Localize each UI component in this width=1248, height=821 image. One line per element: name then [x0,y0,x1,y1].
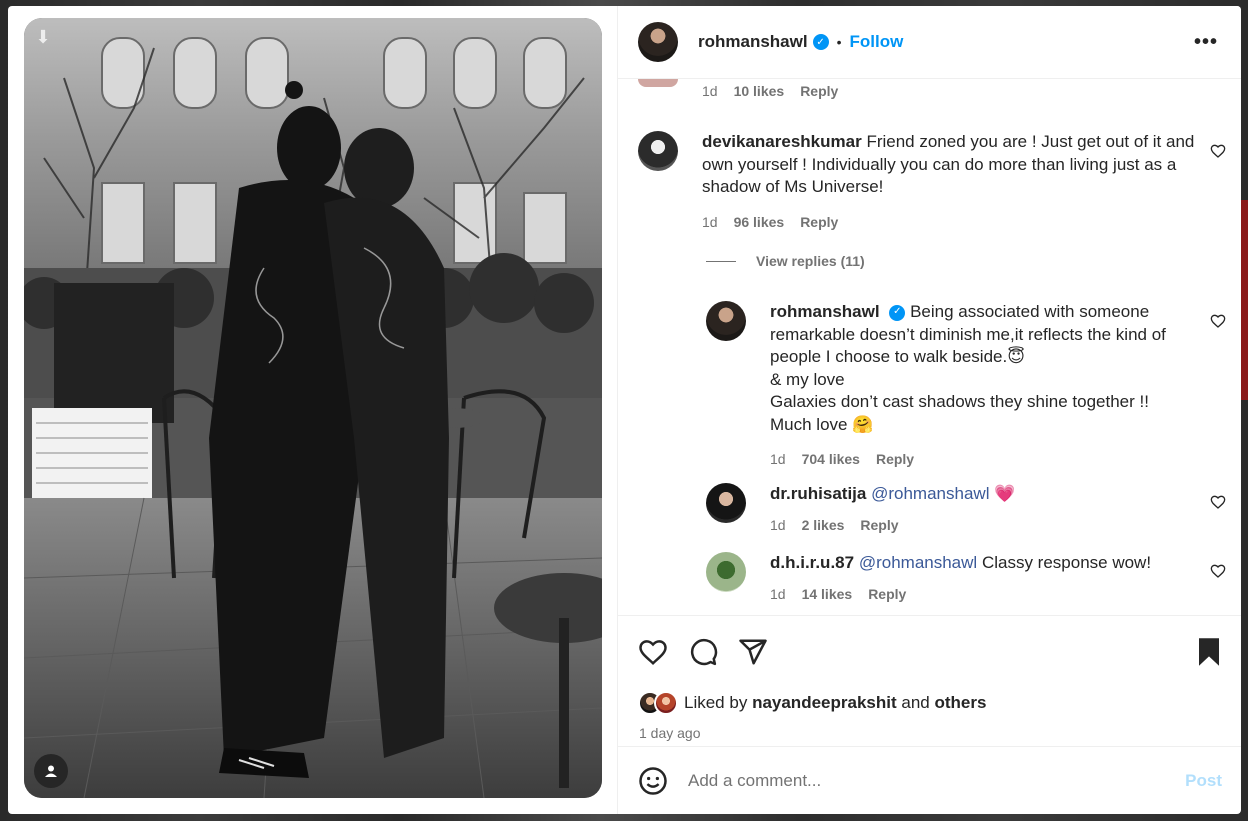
comment-time: 1d [702,213,718,230]
emoji-icon[interactable] [638,766,668,796]
post-header: rohmanshawl ✓ • Follow ••• [618,6,1241,79]
reply-time: 1d [770,451,786,467]
reply-button[interactable]: Reply [800,211,838,234]
reply-item: d.h.i.r.u.87 @rohmanshawl Classy respons… [706,552,1196,605]
reply-meta: 1d 14 likes Reply [770,583,1151,606]
liked-by-user[interactable]: nayandeeprakshit [752,693,897,713]
reply-button[interactable]: Reply [868,583,906,606]
post-side-panel: rohmanshawl ✓ • Follow ••• 1d 10 likes R… [617,6,1241,814]
post-time[interactable]: 1 day ago [639,725,701,741]
post-image [24,18,602,798]
comment-heart-icon[interactable] [1210,143,1226,159]
comment-likes[interactable]: 10 likes [734,83,785,99]
replier-username[interactable]: dr.ruhisatija [770,484,866,503]
post-actions: Liked by nayandeeprakshit and others 1 d… [618,617,1241,747]
comment-likes[interactable]: 96 likes [734,211,785,234]
bookmark-icon[interactable] [1196,637,1222,667]
reply-time: 1d [770,585,786,602]
reply-meta: 1d 2 likes Reply [770,514,1015,537]
follow-button[interactable]: Follow [850,32,904,52]
reply-body: rohmanshawl ✓ Being associated with some… [770,301,1196,471]
view-replies-label: View replies (11) [756,253,865,269]
post-button[interactable]: Post [1185,771,1222,791]
liked-by-and: and [901,693,930,712]
comment-time: 1d [702,83,718,99]
partial-comment-meta: 1d 10 likes Reply [702,83,838,99]
replier-avatar[interactable] [706,552,746,592]
reply-text-line3: Galaxies don’t cast shadows they shine t… [770,392,1149,411]
reply-button[interactable]: Reply [876,448,914,471]
author-avatar[interactable] [638,22,678,62]
reply-likes[interactable]: 14 likes [802,583,853,606]
view-replies-line [706,260,736,262]
reply-heart-icon[interactable] [1210,494,1226,510]
replier-avatar[interactable] [706,483,746,523]
comment-icon[interactable] [688,637,718,667]
reply-time: 1d [770,516,786,533]
comments-list[interactable]: 1d 10 likes Reply devikanareshkumar Frie… [618,79,1241,616]
reply-meta: 1d 704 likes Reply [770,448,1196,471]
post-modal: ⬇ rohmanshawl ✓ • Follow ••• 1d 10 likes… [8,6,1241,814]
verified-icon: ✓ [889,304,906,321]
replier-username[interactable]: d.h.i.r.u.87 [770,553,854,572]
reply-heart-icon[interactable] [1210,313,1226,329]
author-username[interactable]: rohmanshawl [698,32,808,52]
reply-body: d.h.i.r.u.87 @rohmanshawl Classy respons… [770,552,1151,605]
reply-heart-icon[interactable] [1210,563,1226,579]
reply-text: 💗 [994,484,1016,503]
reply-text-line2: & my love [770,369,845,389]
mention-link[interactable]: @rohmanshawl [871,484,989,503]
liked-by: Liked by nayandeeprakshit and others [638,691,986,715]
verified-icon: ✓ [812,34,829,50]
reply-text: Classy response wow! [981,553,1152,572]
reply-item: rohmanshawl ✓ Being associated with some… [706,301,1196,471]
liked-by-others[interactable]: others [934,693,986,713]
reply-text-line4: Much love 🤗 [770,414,874,434]
more-icon[interactable]: ••• [1194,31,1218,54]
comment-body: devikanareshkumar Friend zoned you are !… [702,131,1198,233]
user-tag-glyph [45,765,57,777]
commenter-username[interactable]: devikanareshkumar [702,132,862,151]
liker-avatar[interactable] [654,691,678,715]
reply-button[interactable]: Reply [860,514,898,537]
reply-likes[interactable]: 2 likes [802,514,845,537]
comment-input[interactable] [688,770,1158,791]
comment-item: devikanareshkumar Friend zoned you are !… [638,131,1198,233]
reply-button[interactable]: Reply [800,83,838,99]
download-icon[interactable]: ⬇ [32,26,54,48]
replier-avatar[interactable] [706,301,746,341]
user-tag-icon[interactable] [34,754,68,788]
add-comment-bar: Post [618,747,1241,814]
view-replies-button[interactable]: View replies (11) [706,253,865,269]
liked-by-prefix: Liked by [684,693,748,712]
replier-username[interactable]: rohmanshawl [770,302,880,321]
reply-item: dr.ruhisatija @rohmanshawl 💗 1d 2 likes … [706,483,1196,536]
post-photo[interactable]: ⬇ [24,18,602,798]
heart-icon[interactable] [638,637,668,667]
separator-dot: • [836,34,842,50]
comment-meta: 1d 96 likes Reply [702,211,1198,234]
share-icon[interactable] [738,637,768,667]
partial-comment-avatar [638,79,678,87]
commenter-avatar[interactable] [638,131,678,171]
reply-body: dr.ruhisatija @rohmanshawl 💗 1d 2 likes … [770,483,1015,536]
reply-likes[interactable]: 704 likes [802,448,860,471]
mention-link[interactable]: @rohmanshawl [859,553,977,572]
